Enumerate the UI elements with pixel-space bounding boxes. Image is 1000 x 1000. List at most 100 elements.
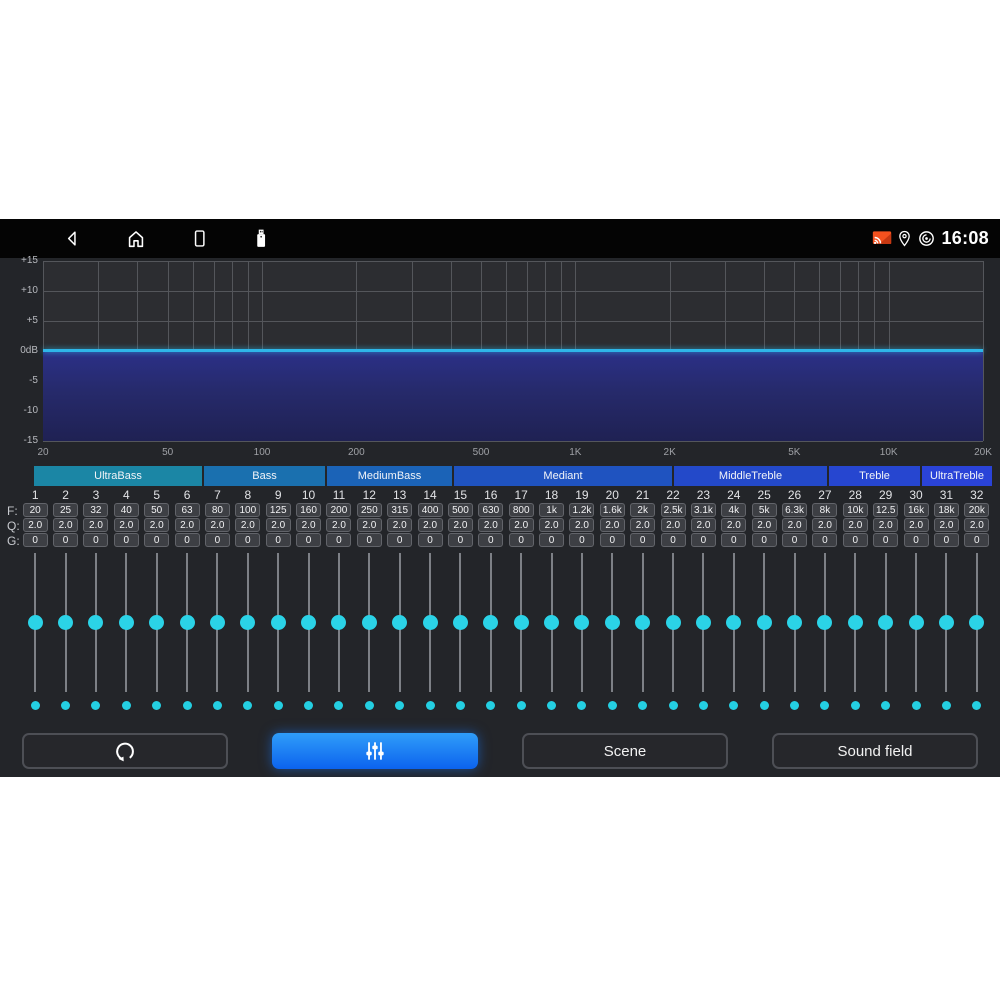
band-q-chip[interactable]: 2.0 bbox=[266, 518, 291, 532]
band-group-ultratreble[interactable]: UltraTreble bbox=[922, 466, 992, 486]
band-frequency-chip[interactable]: 250 bbox=[357, 503, 382, 517]
band-q-chip[interactable]: 2.0 bbox=[600, 518, 625, 532]
band-frequency-chip[interactable]: 200 bbox=[326, 503, 351, 517]
eq-band-slider[interactable] bbox=[81, 553, 111, 692]
band-gain-chip[interactable]: 0 bbox=[266, 533, 291, 547]
band-group-mediumbass[interactable]: MediumBass bbox=[327, 466, 452, 486]
band-gain-chip[interactable]: 0 bbox=[205, 533, 230, 547]
slider-knob[interactable] bbox=[574, 615, 589, 630]
band-q-chip[interactable]: 2.0 bbox=[964, 518, 989, 532]
slider-knob[interactable] bbox=[909, 615, 924, 630]
band-q-chip[interactable]: 2.0 bbox=[509, 518, 534, 532]
band-frequency-chip[interactable]: 32 bbox=[83, 503, 108, 517]
band-gain-chip[interactable]: 0 bbox=[23, 533, 48, 547]
band-gain-chip[interactable]: 0 bbox=[387, 533, 412, 547]
band-frequency-chip[interactable]: 1.6k bbox=[600, 503, 625, 517]
band-frequency-chip[interactable]: 6.3k bbox=[782, 503, 807, 517]
eq-band-slider[interactable] bbox=[688, 553, 718, 692]
band-gain-chip[interactable]: 0 bbox=[569, 533, 594, 547]
band-q-chip[interactable]: 2.0 bbox=[235, 518, 260, 532]
slider-knob[interactable] bbox=[271, 615, 286, 630]
band-frequency-chip[interactable]: 18k bbox=[934, 503, 959, 517]
band-q-chip[interactable]: 2.0 bbox=[873, 518, 898, 532]
band-frequency-chip[interactable]: 20k bbox=[964, 503, 989, 517]
band-frequency-chip[interactable]: 4k bbox=[721, 503, 746, 517]
band-q-chip[interactable]: 2.0 bbox=[53, 518, 78, 532]
eq-band-slider[interactable] bbox=[111, 553, 141, 692]
band-gain-chip[interactable]: 0 bbox=[873, 533, 898, 547]
slider-knob[interactable] bbox=[301, 615, 316, 630]
band-gain-chip[interactable]: 0 bbox=[539, 533, 564, 547]
band-q-chip[interactable]: 2.0 bbox=[387, 518, 412, 532]
slider-knob[interactable] bbox=[514, 615, 529, 630]
band-frequency-chip[interactable]: 16k bbox=[904, 503, 929, 517]
slider-knob[interactable] bbox=[88, 615, 103, 630]
band-q-chip[interactable]: 2.0 bbox=[478, 518, 503, 532]
eq-band-slider[interactable] bbox=[871, 553, 901, 692]
slider-knob[interactable] bbox=[635, 615, 650, 630]
eq-band-slider[interactable] bbox=[749, 553, 779, 692]
slider-knob[interactable] bbox=[362, 615, 377, 630]
band-frequency-chip[interactable]: 10k bbox=[843, 503, 868, 517]
band-gain-chip[interactable]: 0 bbox=[235, 533, 260, 547]
band-frequency-chip[interactable]: 315 bbox=[387, 503, 412, 517]
band-frequency-chip[interactable]: 100 bbox=[235, 503, 260, 517]
eq-band-slider[interactable] bbox=[962, 553, 992, 692]
slider-knob[interactable] bbox=[848, 615, 863, 630]
eq-band-slider[interactable] bbox=[658, 553, 688, 692]
band-gain-chip[interactable]: 0 bbox=[114, 533, 139, 547]
band-frequency-chip[interactable]: 1.2k bbox=[569, 503, 594, 517]
eq-band-slider[interactable] bbox=[506, 553, 536, 692]
band-frequency-chip[interactable]: 80 bbox=[205, 503, 230, 517]
band-gain-chip[interactable]: 0 bbox=[144, 533, 169, 547]
band-frequency-chip[interactable]: 40 bbox=[114, 503, 139, 517]
band-q-chip[interactable]: 2.0 bbox=[539, 518, 564, 532]
eq-band-slider[interactable] bbox=[415, 553, 445, 692]
band-gain-chip[interactable]: 0 bbox=[296, 533, 321, 547]
slider-knob[interactable] bbox=[392, 615, 407, 630]
equalizer-button[interactable] bbox=[272, 733, 478, 769]
band-frequency-chip[interactable]: 50 bbox=[144, 503, 169, 517]
band-gain-chip[interactable]: 0 bbox=[478, 533, 503, 547]
band-q-chip[interactable]: 2.0 bbox=[175, 518, 200, 532]
reset-button[interactable] bbox=[22, 733, 228, 769]
band-frequency-chip[interactable]: 2k bbox=[630, 503, 655, 517]
band-group-ultrabass[interactable]: UltraBass bbox=[34, 466, 202, 486]
band-gain-chip[interactable]: 0 bbox=[326, 533, 351, 547]
band-gain-chip[interactable]: 0 bbox=[600, 533, 625, 547]
band-q-chip[interactable]: 2.0 bbox=[296, 518, 321, 532]
band-q-chip[interactable]: 2.0 bbox=[448, 518, 473, 532]
band-q-chip[interactable]: 2.0 bbox=[661, 518, 686, 532]
recent-apps-icon[interactable] bbox=[189, 228, 210, 249]
band-q-chip[interactable]: 2.0 bbox=[934, 518, 959, 532]
slider-knob[interactable] bbox=[483, 615, 498, 630]
back-icon[interactable] bbox=[62, 228, 83, 249]
eq-band-slider[interactable] bbox=[172, 553, 202, 692]
band-gain-chip[interactable]: 0 bbox=[630, 533, 655, 547]
band-gain-chip[interactable]: 0 bbox=[83, 533, 108, 547]
band-group-treble[interactable]: Treble bbox=[829, 466, 920, 486]
eq-band-slider[interactable] bbox=[931, 553, 961, 692]
slider-knob[interactable] bbox=[210, 615, 225, 630]
band-frequency-chip[interactable]: 125 bbox=[266, 503, 291, 517]
band-q-chip[interactable]: 2.0 bbox=[752, 518, 777, 532]
slider-knob[interactable] bbox=[696, 615, 711, 630]
scene-button[interactable]: Scene bbox=[522, 733, 728, 769]
slider-knob[interactable] bbox=[28, 615, 43, 630]
band-q-chip[interactable]: 2.0 bbox=[812, 518, 837, 532]
slider-knob[interactable] bbox=[605, 615, 620, 630]
slider-knob[interactable] bbox=[180, 615, 195, 630]
band-q-chip[interactable]: 2.0 bbox=[357, 518, 382, 532]
band-group-bass[interactable]: Bass bbox=[204, 466, 325, 486]
band-frequency-chip[interactable]: 400 bbox=[418, 503, 443, 517]
slider-knob[interactable] bbox=[817, 615, 832, 630]
home-icon[interactable] bbox=[125, 228, 147, 250]
band-gain-chip[interactable]: 0 bbox=[691, 533, 716, 547]
eq-band-slider[interactable] bbox=[263, 553, 293, 692]
eq-band-slider[interactable] bbox=[50, 553, 80, 692]
band-q-chip[interactable]: 2.0 bbox=[569, 518, 594, 532]
band-gain-chip[interactable]: 0 bbox=[509, 533, 534, 547]
band-gain-chip[interactable]: 0 bbox=[964, 533, 989, 547]
eq-band-slider[interactable] bbox=[719, 553, 749, 692]
slider-knob[interactable] bbox=[331, 615, 346, 630]
